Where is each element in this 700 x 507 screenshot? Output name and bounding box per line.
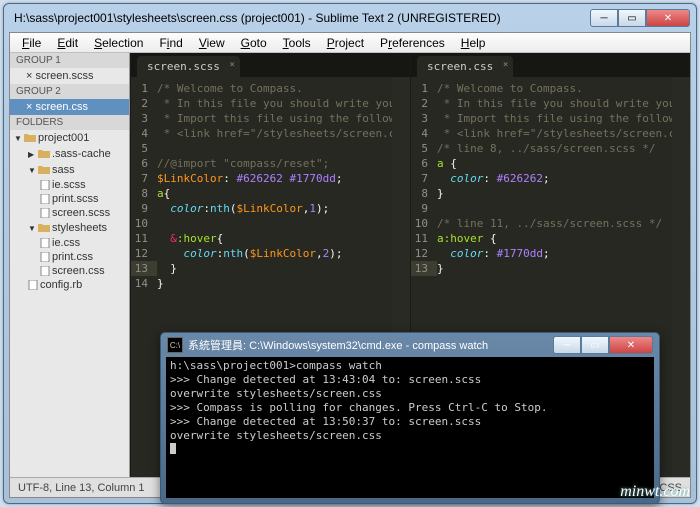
cursor [170, 443, 176, 454]
menu-preferences[interactable]: Preferences [372, 34, 453, 52]
window-title: H:\sass\project001\stylesheets\screen.cs… [10, 11, 590, 25]
cmd-close-button[interactable]: ✕ [609, 336, 653, 354]
tab-close-icon[interactable]: × [503, 60, 508, 70]
disclosure-triangle-icon: ▶ [28, 150, 36, 159]
menu-view[interactable]: View [191, 34, 233, 52]
tab-bar-right: screen.css× [411, 53, 690, 77]
folder-sass[interactable]: ▼sass [10, 162, 129, 178]
cmd-minimize-button[interactable]: ─ [553, 336, 581, 354]
folder-stylesheets[interactable]: ▼stylesheets [10, 220, 129, 236]
window-titlebar[interactable]: H:\sass\project001\stylesheets\screen.cs… [4, 4, 696, 32]
tab-screen-css[interactable]: screen.css× [417, 56, 513, 77]
menu-tools[interactable]: Tools [275, 34, 319, 52]
menubar: File Edit Selection Find View Goto Tools… [10, 33, 690, 53]
folder-project[interactable]: ▼project001 [10, 130, 129, 146]
minimap[interactable] [672, 77, 690, 477]
file-ie-scss[interactable]: ie.scss [10, 178, 129, 192]
folder-sasscache[interactable]: ▶.sass-cache [10, 146, 129, 162]
file-print-scss[interactable]: print.scss [10, 192, 129, 206]
cmd-title: 系統管理員: C:\Windows\system32\cmd.exe - com… [188, 337, 553, 353]
file-icon [40, 180, 50, 190]
close-icon[interactable]: × [26, 101, 32, 113]
file-ie-css[interactable]: ie.css [10, 236, 129, 250]
cmd-maximize-button[interactable]: ▭ [581, 336, 609, 354]
minimize-button[interactable]: ─ [590, 9, 618, 27]
sidebar-group2-header: GROUP 2 [10, 84, 129, 99]
close-icon[interactable]: × [26, 70, 32, 82]
file-screen-css[interactable]: screen.css [10, 264, 129, 278]
sidebar: GROUP 1 ×screen.scss GROUP 2 ×screen.css… [10, 53, 130, 477]
tab-screen-scss[interactable]: screen.scss× [137, 56, 240, 77]
sidebar-group1-file[interactable]: ×screen.scss [10, 68, 129, 84]
file-config[interactable]: config.rb [10, 278, 129, 292]
close-button[interactable]: ✕ [646, 9, 690, 27]
sidebar-group1-header: GROUP 1 [10, 53, 129, 68]
menu-project[interactable]: Project [319, 34, 372, 52]
tab-bar-left: screen.scss× [131, 53, 410, 77]
file-icon [40, 252, 50, 262]
menu-selection[interactable]: Selection [86, 34, 151, 52]
folder-icon [38, 223, 50, 233]
cmd-window: C:\ 系統管理員: C:\Windows\system32\cmd.exe -… [160, 332, 660, 504]
disclosure-triangle-icon: ▼ [14, 134, 22, 143]
watermark: minwt.com [620, 483, 690, 501]
file-icon [28, 280, 38, 290]
cmd-icon: C:\ [167, 337, 183, 353]
file-print-css[interactable]: print.css [10, 250, 129, 264]
menu-help[interactable]: Help [453, 34, 494, 52]
file-icon [40, 208, 50, 218]
tab-close-icon[interactable]: × [229, 60, 234, 70]
menu-edit[interactable]: Edit [49, 34, 86, 52]
disclosure-triangle-icon: ▼ [28, 166, 36, 175]
sidebar-group2-file[interactable]: ×screen.css [10, 99, 129, 115]
disclosure-triangle-icon: ▼ [28, 224, 36, 233]
menu-file[interactable]: File [14, 34, 49, 52]
folder-icon [24, 133, 36, 143]
file-icon [40, 238, 50, 248]
file-icon [40, 266, 50, 276]
status-left[interactable]: UTF-8, Line 13, Column 1 [18, 482, 145, 494]
cmd-titlebar[interactable]: C:\ 系統管理員: C:\Windows\system32\cmd.exe -… [161, 333, 659, 357]
file-icon [40, 194, 50, 204]
menu-find[interactable]: Find [151, 34, 190, 52]
maximize-button[interactable]: ▭ [618, 9, 646, 27]
folder-icon [38, 165, 50, 175]
menu-goto[interactable]: Goto [233, 34, 275, 52]
folder-icon [38, 149, 50, 159]
sidebar-folders-header: FOLDERS [10, 115, 129, 130]
cmd-output[interactable]: h:\sass\project001>compass watch >>> Cha… [166, 357, 654, 498]
file-screen-scss[interactable]: screen.scss [10, 206, 129, 220]
